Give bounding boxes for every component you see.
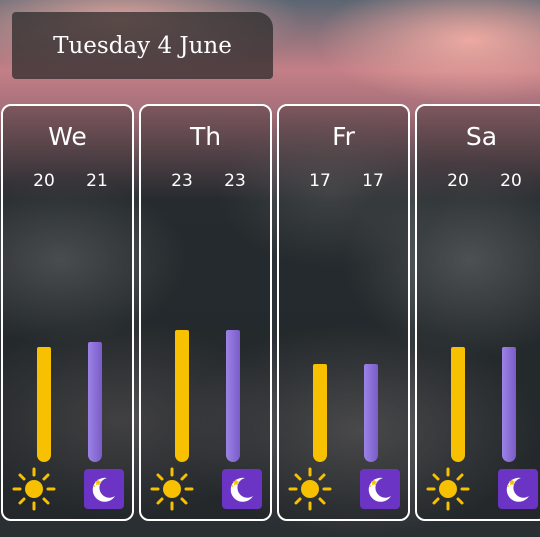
day-label: Th <box>189 122 222 151</box>
day-temperature-bar <box>37 347 51 462</box>
night-temperature: 21 <box>86 171 108 191</box>
sun-icon <box>12 467 56 511</box>
night-temperature: 17 <box>362 171 384 191</box>
day-label: Sa <box>465 122 498 151</box>
day-temperature: 20 <box>33 171 55 191</box>
sun-icon <box>426 467 470 511</box>
night-temperature-bar <box>226 330 240 462</box>
day-card-fr[interactable]: Fr 17 17 <box>277 104 410 521</box>
day-temperature: 17 <box>309 171 331 191</box>
day-temperature: 23 <box>171 171 193 191</box>
day-temperature-bar <box>451 347 465 462</box>
day-card-th[interactable]: Th 23 23 <box>139 104 272 521</box>
sun-icon <box>150 467 194 511</box>
moon-icon <box>84 469 124 509</box>
moon-icon <box>360 469 400 509</box>
night-temperature: 20 <box>500 171 522 191</box>
night-temperature-bar <box>364 364 378 462</box>
sun-icon <box>288 467 332 511</box>
night-temperature-bar <box>88 342 102 462</box>
date-label: Tuesday 4 June <box>53 32 232 59</box>
date-header: Tuesday 4 June <box>12 12 273 79</box>
night-temperature: 23 <box>224 171 246 191</box>
day-temperature-bar <box>313 364 327 462</box>
moon-icon <box>498 469 538 509</box>
day-temperature-bar <box>175 330 189 462</box>
day-label: We <box>48 122 87 151</box>
day-card-sa[interactable]: Sa 20 20 <box>415 104 540 521</box>
day-card-we[interactable]: We 20 21 <box>1 104 134 521</box>
night-temperature-bar <box>502 347 516 462</box>
day-label: Fr <box>332 122 355 151</box>
moon-icon <box>222 469 262 509</box>
day-temperature: 20 <box>447 171 469 191</box>
